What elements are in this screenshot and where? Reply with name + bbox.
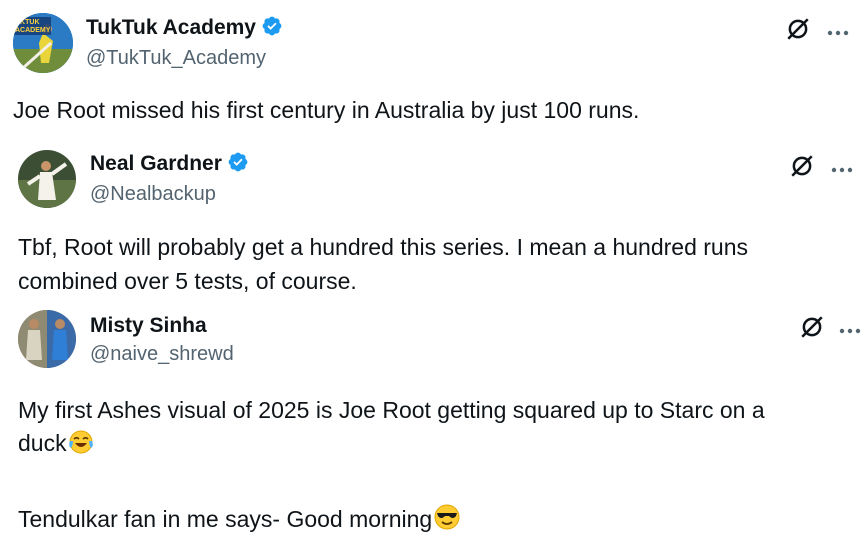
tweet-neal-gardner[interactable]: Neal Gardner @Nealbackup Tbf, Root will … xyxy=(0,140,864,305)
tweet-text-line-3: Tendulkar fan in me says- Good morning xyxy=(18,503,461,537)
user-handle[interactable]: @naive_shrewd xyxy=(90,343,234,366)
verified-badge-icon xyxy=(227,151,249,178)
tweet-text: Joe Root missed his first century in Aus… xyxy=(13,97,640,123)
avatar-image xyxy=(18,150,76,208)
avatar-image xyxy=(18,310,76,368)
more-icon[interactable] xyxy=(831,160,853,178)
tweet-misty-sinha[interactable]: Misty Sinha @naive_shrewd My first Ashes… xyxy=(0,305,864,540)
tweet-text-line-1: My first Ashes visual of 2025 is Joe Roo… xyxy=(18,397,765,423)
tweet-text-word: duck xyxy=(18,430,67,456)
display-name[interactable]: Neal Gardner xyxy=(90,152,222,176)
tears-of-joy-emoji xyxy=(68,429,94,461)
display-name[interactable]: Misty Sinha xyxy=(90,314,207,338)
sunglasses-emoji xyxy=(433,503,461,537)
display-name[interactable]: TukTuk Academy xyxy=(86,16,256,40)
tweet-text-line-2: combined over 5 tests, of course. xyxy=(18,268,357,294)
avatar-misty-sinha[interactable] xyxy=(18,310,76,368)
grok-icon[interactable] xyxy=(785,16,811,47)
user-handle[interactable]: @Nealbackup xyxy=(90,183,216,206)
grok-icon[interactable] xyxy=(799,314,825,345)
tweet-text-line-2: duck xyxy=(18,429,94,461)
tweet-text-line-1: Tbf, Root will probably get a hundred th… xyxy=(18,234,749,260)
more-icon[interactable] xyxy=(827,23,849,41)
verified-badge-icon xyxy=(261,15,283,42)
avatar-tuktuk-academy[interactable]: UKTUK ACADEMY xyxy=(13,13,73,73)
avatar-logo-text: UKTUK ACADEMY xyxy=(15,19,51,34)
tweet-tuktuk-academy[interactable]: UKTUK ACADEMY TukTuk Academy @TukTuk_Aca… xyxy=(0,0,864,140)
avatar-neal-gardner[interactable] xyxy=(18,150,76,208)
grok-icon[interactable] xyxy=(789,153,815,184)
tweet-text-words: Tendulkar fan in me says- Good morning xyxy=(18,506,433,532)
user-handle[interactable]: @TukTuk_Academy xyxy=(86,47,266,70)
more-icon[interactable] xyxy=(839,321,861,339)
